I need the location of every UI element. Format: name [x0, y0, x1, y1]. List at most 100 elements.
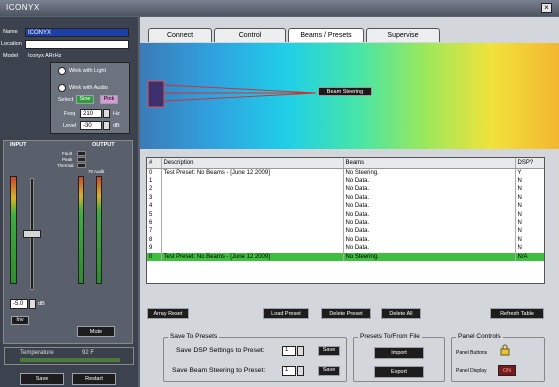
table-row[interactable]: 0 Test Preset: No Beams - [June 12 2009] N… [147, 168, 544, 177]
peak-label: Peak [62, 157, 73, 162]
row-dsp: N [514, 227, 544, 236]
row-beams: No Data. [342, 235, 515, 245]
invert-button[interactable]: Inv [11, 316, 29, 325]
row-description: Test Preset: No Beams - [June 12 2009] [160, 168, 343, 177]
row-number: 7 [149, 228, 153, 235]
save-beam-stepper[interactable] [297, 366, 304, 376]
row-number: 5 [149, 211, 153, 218]
col-beams[interactable]: Beams [342, 158, 515, 169]
table-row[interactable]: 5 No Data. N [147, 210, 544, 219]
table-row[interactable]: 0 Test Preset: No Beams - [June 12 2009] N… [147, 252, 544, 261]
save-dsp-button[interactable]: Save [318, 346, 340, 356]
tab-control[interactable]: Control [214, 28, 286, 42]
table-row[interactable]: 9 No Data. N [147, 244, 544, 253]
save-beam-spinner[interactable]: 1 [282, 366, 296, 376]
load-preset-button[interactable]: Load Preset [263, 308, 309, 319]
save-beam-button[interactable]: Save [318, 366, 340, 376]
meters-panel [3, 140, 133, 344]
freq-unit: Hz [113, 111, 120, 117]
row-number: 8 [149, 236, 153, 243]
row-description [160, 193, 343, 203]
beam-steering-label: Beam Steering [318, 87, 372, 96]
save-dsp-spinner[interactable]: 1 [282, 346, 296, 356]
tab-beams-presets[interactable]: Beams / Presets [288, 28, 364, 42]
freq-input[interactable]: 210 [80, 109, 102, 118]
temperature-label: Temperature [20, 350, 54, 356]
close-icon[interactable]: × [541, 3, 552, 13]
freq-label: Freq [64, 111, 76, 117]
save-dsp-label: Save DSP Settings to Preset: [176, 347, 265, 354]
level-unit: dB [113, 123, 120, 129]
save-beam-value: 1 [285, 367, 289, 373]
fault-indicator [77, 151, 86, 156]
row-beams: No Data. [342, 244, 515, 253]
location-field[interactable] [25, 40, 129, 49]
save-dsp-value: 1 [285, 347, 289, 353]
lock-icon[interactable] [499, 344, 511, 356]
gain-unit: dB [38, 301, 45, 307]
table-row[interactable]: 1 No Data. N [147, 176, 544, 186]
array-speaker [147, 80, 165, 108]
array-reset-button[interactable]: Array Reset [147, 308, 189, 319]
table-row[interactable]: 2 No Data. N [147, 185, 544, 194]
gain-stepper[interactable] [29, 299, 36, 309]
table-row[interactable]: 6 No Data. N [147, 218, 544, 228]
wink-audio-label: Wink with Audio [69, 85, 108, 91]
panel-buttons-label: Panel Buttons [456, 350, 488, 356]
fault-label: Fault [62, 151, 73, 156]
level-input[interactable]: -30 [80, 121, 102, 130]
freq-stepper[interactable] [103, 109, 110, 118]
row-number: 2 [149, 186, 153, 193]
wink-audio-radio[interactable] [58, 84, 66, 92]
table-row[interactable]: 3 No Data. N [147, 193, 544, 203]
location-label: Location [1, 41, 22, 47]
temperature-value: 92 F [82, 350, 95, 356]
mute-button[interactable]: Mute [77, 326, 115, 337]
table-row[interactable]: 4 No Data. N [147, 202, 544, 211]
pink-button[interactable]: Pink [100, 95, 118, 104]
gain-fader-handle[interactable] [23, 230, 41, 238]
restart-button[interactable]: Restart [72, 373, 116, 385]
row-beams: No Data. [342, 193, 515, 203]
col-number[interactable]: # [147, 158, 161, 169]
refresh-table-button[interactable]: Refresh Table [490, 308, 544, 319]
presets-table: # Description Beams DSP? 0 Test Preset: N… [146, 157, 545, 284]
name-field[interactable]: ICONYX [25, 28, 129, 37]
row-number: 6 [149, 219, 153, 226]
save-device-button[interactable]: Save [20, 373, 64, 385]
row-dsp: N [514, 244, 544, 253]
table-row[interactable]: 7 No Data. N [147, 227, 544, 236]
wink-light-radio[interactable] [58, 67, 66, 75]
table-row[interactable]: 8 No Data. N [147, 235, 544, 245]
export-button[interactable]: Export [374, 366, 424, 378]
row-description [160, 235, 343, 245]
col-dsp[interactable]: DSP? [514, 158, 544, 169]
level-label: Level [63, 123, 77, 129]
temperature-bar [20, 358, 120, 362]
model-value: Iconyx ARrHz [28, 53, 62, 59]
delete-all-button[interactable]: Delete All [381, 308, 421, 319]
thermal-label: Thermal [57, 163, 74, 168]
row-dsp: N [514, 176, 544, 186]
input-label: INPUT [10, 142, 27, 148]
output-level-meter-left [78, 176, 84, 284]
row-number: 0 [149, 169, 153, 176]
panel-display-toggle[interactable]: ON [498, 365, 516, 376]
row-dsp: N [514, 218, 544, 228]
row-beams: No Steering. [342, 168, 515, 177]
row-dsp: N/A [514, 252, 544, 261]
row-dsp: N [514, 202, 544, 211]
gain-input[interactable]: -5.0 [10, 299, 28, 309]
output-label: OUTPUT [92, 142, 115, 148]
peak-indicator [77, 157, 86, 162]
save-dsp-stepper[interactable] [297, 346, 304, 356]
delete-preset-button[interactable]: Delete Preset [321, 308, 371, 319]
tab-connect[interactable]: Connect [148, 28, 212, 42]
row-description [160, 227, 343, 236]
tab-supervise[interactable]: Supervise [366, 28, 440, 42]
sine-button[interactable]: Sine [76, 95, 94, 104]
import-button[interactable]: Import [374, 347, 424, 359]
row-beams: No Data. [342, 227, 515, 236]
level-stepper[interactable] [103, 121, 110, 130]
col-description[interactable]: Description [160, 158, 343, 169]
